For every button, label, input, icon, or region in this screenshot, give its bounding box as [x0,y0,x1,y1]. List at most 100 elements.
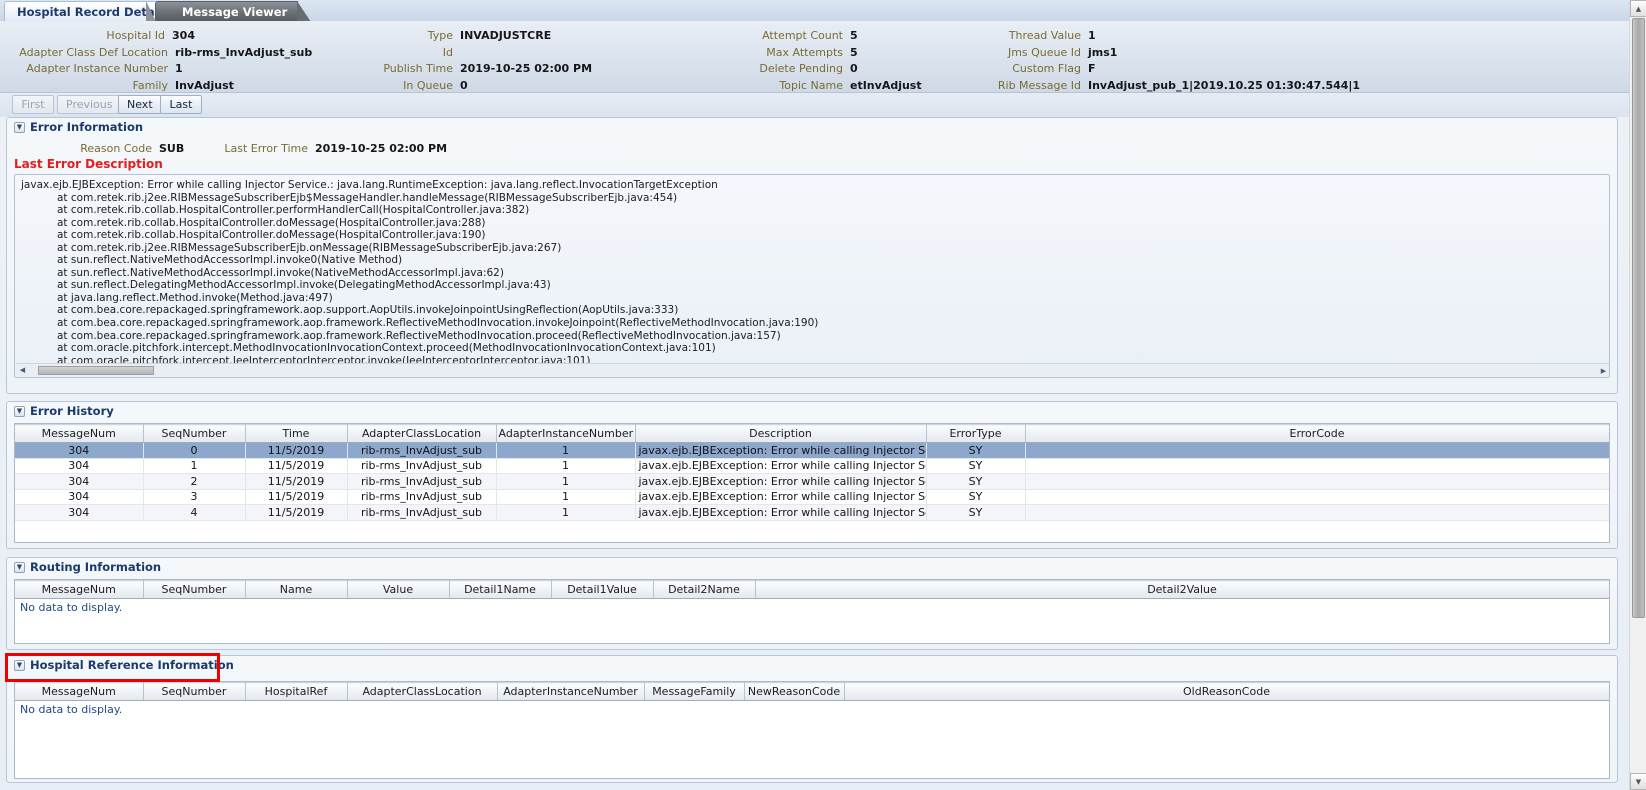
scroll-right-icon[interactable]: ▶ [1597,364,1610,377]
next-button[interactable]: Next [118,95,162,114]
field-value: rib-rms_InvAdjust_sub [175,46,312,59]
column-header[interactable]: Value [347,581,449,599]
column-header[interactable]: AdapterClassLocation [347,683,497,701]
section-title: Routing Information [30,560,161,574]
tab-message-viewer[interactable]: Message Viewer [155,1,298,21]
field-label: Type [300,29,460,42]
table-cell: SY [926,489,1025,505]
table-cell: 1 [143,458,245,474]
column-header[interactable]: SeqNumber [143,425,245,443]
button-label: Next [127,98,153,111]
column-header[interactable]: SeqNumber [143,581,245,599]
scroll-down-icon[interactable]: ▼ [1630,773,1646,790]
chevron-down-icon[interactable]: ▼ [14,660,25,671]
error-history-table-wrapper[interactable]: MessageNumSeqNumberTimeAdapterClassLocat… [14,423,1610,543]
routing-information-table[interactable]: MessageNumSeqNumberNameValueDetail1NameD… [15,580,1610,599]
column-header[interactable]: MessageNum [15,581,143,599]
table-row[interactable]: 304411/5/2019rib-rms_InvAdjust_sub1javax… [15,505,1609,521]
table-cell: 11/5/2019 [245,443,347,459]
scrollbar-thumb[interactable] [38,366,154,375]
field-publish-time: Publish Time 2019-10-25 02:00 PM [300,60,630,77]
field-label: Last Error Time [217,142,315,155]
routing-information-table-wrapper[interactable]: MessageNumSeqNumberNameValueDetail1NameD… [14,579,1610,644]
column-header[interactable]: Detail2Name [653,581,755,599]
scroll-up-icon[interactable]: ▲ [1630,0,1646,17]
column-header[interactable]: MessageNum [15,425,143,443]
error-history-header[interactable]: ▼ Error History [7,402,114,420]
chevron-down-icon[interactable]: ▼ [14,562,25,573]
hospital-reference-information-header[interactable]: ▼ Hospital Reference Information [7,656,234,674]
routing-information-header[interactable]: ▼ Routing Information [7,558,161,576]
section-title: Error Information [30,120,143,134]
button-label: Previous [66,98,113,111]
column-header[interactable]: Detail1Value [551,581,653,599]
field-custom-flag: Custom Flag F [940,60,1240,77]
table-row[interactable]: 304011/5/2019rib-rms_InvAdjust_sub1javax… [15,443,1609,459]
column-header[interactable]: NewReasonCode [744,683,844,701]
page-vertical-scrollbar[interactable]: ▲ ▼ [1629,0,1646,790]
chevron-down-icon[interactable]: ▼ [14,406,25,417]
field-label: Family [0,79,175,92]
column-header[interactable]: AdapterInstanceNumber [497,683,644,701]
last-button[interactable]: Last [160,95,202,114]
field-value: 5 [850,46,858,59]
table-cell: 304 [15,474,143,490]
field-label: Publish Time [300,62,460,75]
field-value: 0 [460,79,468,92]
table-header-row: MessageNumSeqNumberNameValueDetail1NameD… [15,581,1609,599]
routing-empty-message: No data to display. [20,601,122,614]
stack-trace-horizontal-scrollbar[interactable]: ◀ ▶ [16,363,1610,376]
field-topic-name: Topic Name etInvAdjust [660,77,960,94]
hospital-reference-empty-message: No data to display. [20,703,122,716]
hospital-reference-table[interactable]: MessageNumSeqNumberHospitalRefAdapterCla… [15,682,1610,701]
column-header[interactable]: SeqNumber [143,683,245,701]
chevron-down-icon[interactable]: ▼ [14,122,25,133]
column-header[interactable]: Time [245,425,347,443]
error-information-header[interactable]: ▼ Error Information [7,118,143,136]
column-header[interactable]: MessageFamily [644,683,744,701]
column-header[interactable]: HospitalRef [245,683,347,701]
table-row[interactable]: 304111/5/2019rib-rms_InvAdjust_sub1javax… [15,458,1609,474]
hospital-reference-information-section: ▼ Hospital Reference Information Message… [6,655,1618,783]
stack-trace-box[interactable]: javax.ejb.EJBException: Error while call… [14,174,1610,378]
field-type: Type INVADJUSTCRE [300,27,600,44]
stack-trace-line: javax.ejb.EJBException: Error while call… [21,179,1609,192]
column-header[interactable]: MessageNum [15,683,143,701]
table-cell: javax.ejb.EJBException: Error while call… [635,458,926,474]
table-cell: 304 [15,458,143,474]
column-header[interactable]: Name [245,581,347,599]
column-header[interactable]: Detail1Name [449,581,551,599]
record-navigation-bar: First Previous Next Last [0,93,1629,117]
first-button[interactable]: First [12,95,54,114]
field-thread-value: Thread Value 1 [940,27,1240,44]
column-header[interactable]: Description [635,425,926,443]
column-header[interactable]: ErrorCode [1025,425,1609,443]
previous-button[interactable]: Previous [57,95,122,114]
page-scrollbar-thumb[interactable] [1632,18,1645,618]
column-header[interactable]: ErrorType [926,425,1025,443]
field-label: In Queue [300,79,460,92]
column-header[interactable]: OldReasonCode [844,683,1609,701]
table-cell: 11/5/2019 [245,505,347,521]
stack-trace-line: at java.lang.reflect.Method.invoke(Metho… [21,292,1609,305]
hospital-reference-table-wrapper[interactable]: MessageNumSeqNumberHospitalRefAdapterCla… [14,681,1610,779]
scroll-left-icon[interactable]: ◀ [16,364,29,377]
column-header[interactable]: AdapterClassLocation [347,425,496,443]
stack-trace-line: at sun.reflect.DelegatingMethodAccessorI… [21,279,1609,292]
table-header-row: MessageNumSeqNumberHospitalRefAdapterCla… [15,683,1609,701]
error-history-table[interactable]: MessageNumSeqNumberTimeAdapterClassLocat… [15,424,1610,521]
field-value: InvAdjust [175,79,234,92]
table-cell: 304 [15,443,143,459]
field-in-queue: In Queue 0 [300,77,600,94]
field-value: InvAdjust_pub_1|2019.10.25 01:30:47.544|… [1088,79,1360,92]
column-header[interactable]: AdapterInstanceNumber [496,425,635,443]
table-cell [1025,489,1609,505]
field-label: Id [300,46,460,59]
field-value: 2019-10-25 02:00 PM [460,62,592,75]
table-row[interactable]: 304311/5/2019rib-rms_InvAdjust_sub1javax… [15,489,1609,505]
column-header[interactable]: Detail2Value [755,581,1609,599]
table-cell [1025,474,1609,490]
table-body[interactable]: 304011/5/2019rib-rms_InvAdjust_sub1javax… [15,443,1609,521]
table-row[interactable]: 304211/5/2019rib-rms_InvAdjust_sub1javax… [15,474,1609,490]
section-title: Hospital Reference Information [30,658,234,672]
